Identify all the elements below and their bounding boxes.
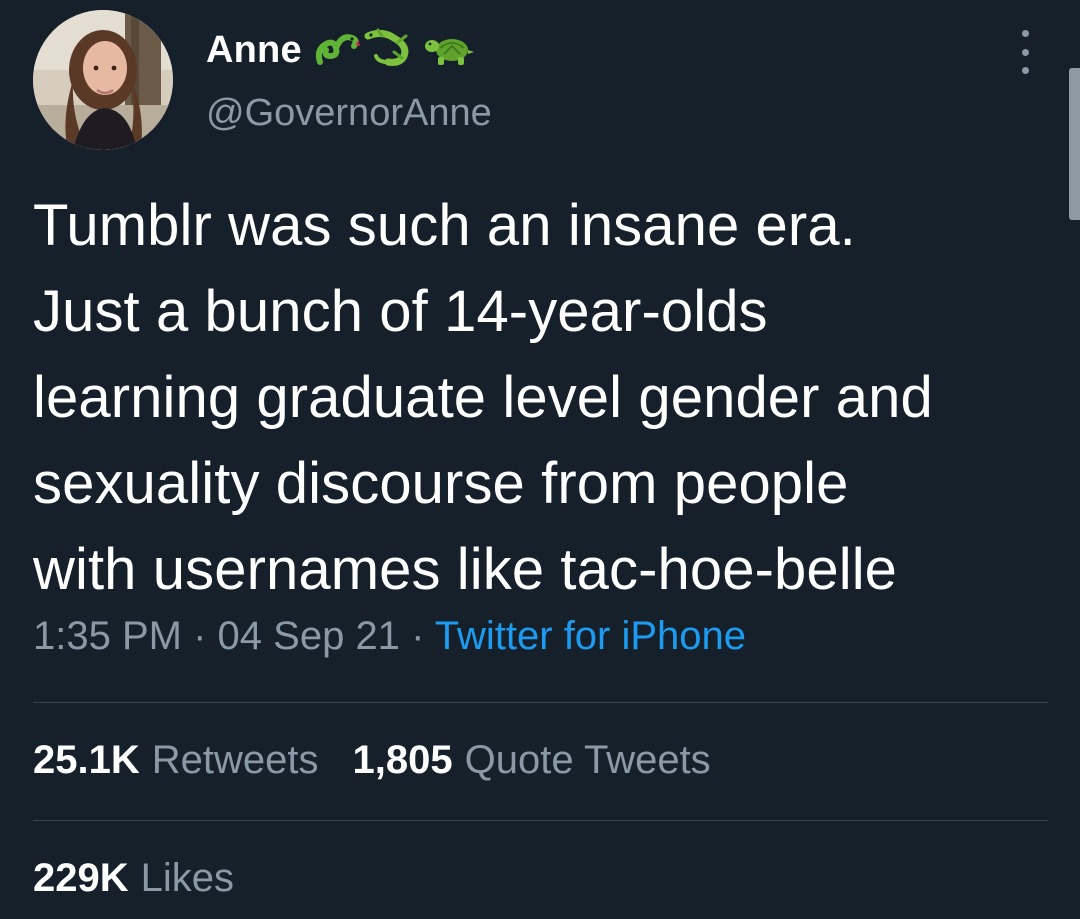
- likes-label: Likes: [140, 856, 235, 900]
- retweets-stat[interactable]: 25.1K Retweets: [33, 738, 319, 783]
- quote-tweets-label: Quote Tweets: [464, 738, 711, 782]
- tweet-text-line: Tumblr was such an insane era.: [33, 193, 856, 258]
- quote-tweets-count: 1,805: [352, 738, 453, 782]
- retweets-label: Retweets: [151, 738, 319, 782]
- quote-tweets-stat[interactable]: 1,805 Quote Tweets: [353, 738, 711, 783]
- tweet-detail: Anne @GovernorAnne Tumblr was such an in…: [0, 0, 1080, 919]
- likes-stat[interactable]: 229K Likes: [33, 856, 234, 901]
- name-emojis: [312, 28, 476, 73]
- avatar[interactable]: [33, 10, 173, 150]
- likes-stats-row: 229K Likes: [33, 856, 268, 901]
- turtle-emoji-icon: [424, 28, 476, 73]
- more-dot: [1021, 48, 1029, 56]
- more-dot: [1021, 30, 1029, 37]
- tweet-date[interactable]: 04 Sep 21: [218, 614, 400, 658]
- tweet-source-link[interactable]: Twitter for iPhone: [435, 614, 746, 658]
- tweet-text-line: learning graduate level gender and: [33, 365, 933, 430]
- tweet-text-line: with usernames like tac-hoe-belle: [33, 537, 898, 602]
- tweet-time[interactable]: 1:35 PM: [33, 614, 182, 658]
- more-dot: [1021, 67, 1029, 74]
- lizard-emoji-icon: [364, 28, 422, 73]
- retweets-count: 25.1K: [33, 738, 140, 782]
- avatar-photo: [33, 10, 173, 150]
- tweet-text-line: sexuality discourse from people: [33, 451, 849, 516]
- engagement-stats-row: 25.1K Retweets 1,805 Quote Tweets: [33, 738, 745, 783]
- meta-separator: ·: [193, 614, 207, 658]
- tweet-text: Tumblr was such an insane era. Just a bu…: [33, 183, 1063, 613]
- divider: [33, 820, 1048, 821]
- tweet-meta: 1:35 PM · 04 Sep 21 · Twitter for iPhone: [33, 614, 746, 659]
- more-options-icon[interactable]: [1012, 30, 1038, 74]
- tweet-text-line: Just a bunch of 14-year-olds: [33, 279, 768, 344]
- meta-separator: ·: [411, 614, 425, 658]
- author-name-row[interactable]: Anne: [206, 22, 476, 78]
- author-handle[interactable]: @GovernorAnne: [206, 92, 492, 135]
- scrollbar[interactable]: [1069, 68, 1080, 220]
- likes-count: 229K: [33, 856, 129, 900]
- snake-emoji-icon: [312, 28, 362, 73]
- divider: [33, 702, 1048, 703]
- display-name[interactable]: Anne: [206, 29, 302, 72]
